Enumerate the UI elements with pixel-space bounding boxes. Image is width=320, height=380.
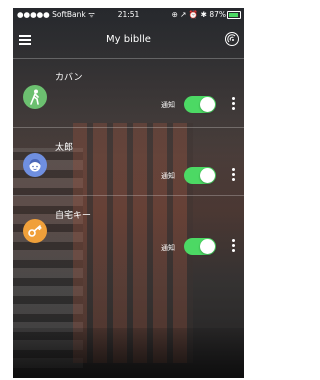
app-screen: ●●●●● SoftBank ᯤ 21:51 ⊕ ↗ ⏰ ✱ 87% My bi… bbox=[13, 8, 244, 378]
device-row-bag[interactable]: カバン 通知 bbox=[13, 60, 244, 126]
device-name: 自宅キー bbox=[55, 211, 92, 221]
beacon-signal-icon[interactable] bbox=[224, 31, 240, 47]
status-bar: ●●●●● SoftBank ᯤ 21:51 ⊕ ↗ ⏰ ✱ 87% bbox=[13, 8, 244, 22]
background-crowd bbox=[13, 328, 244, 378]
notify-label: 通知 bbox=[161, 244, 175, 252]
person-walking-icon bbox=[23, 85, 47, 109]
more-options-icon[interactable] bbox=[232, 239, 236, 255]
notify-toggle[interactable] bbox=[184, 238, 216, 255]
divider bbox=[13, 58, 244, 59]
battery-icon bbox=[227, 11, 241, 19]
page-title: My biblle bbox=[106, 34, 151, 45]
nav-bar: My biblle bbox=[13, 22, 244, 58]
child-face-icon bbox=[23, 153, 47, 177]
notify-label: 通知 bbox=[161, 172, 175, 180]
device-name: 太郎 bbox=[55, 143, 74, 153]
more-options-icon[interactable] bbox=[232, 97, 236, 113]
device-row-home-key[interactable]: 自宅キー 通知 bbox=[13, 196, 244, 262]
status-icons: ⊕ ↗ ⏰ ✱ 87% bbox=[171, 10, 226, 19]
key-icon bbox=[23, 219, 47, 243]
more-options-icon[interactable] bbox=[232, 168, 236, 184]
device-row-taro[interactable]: 太郎 通知 bbox=[13, 128, 244, 194]
notify-toggle[interactable] bbox=[184, 96, 216, 113]
notify-toggle[interactable] bbox=[184, 167, 216, 184]
battery-level bbox=[229, 13, 238, 17]
notify-label: 通知 bbox=[161, 101, 175, 109]
device-name: カバン bbox=[55, 73, 83, 83]
